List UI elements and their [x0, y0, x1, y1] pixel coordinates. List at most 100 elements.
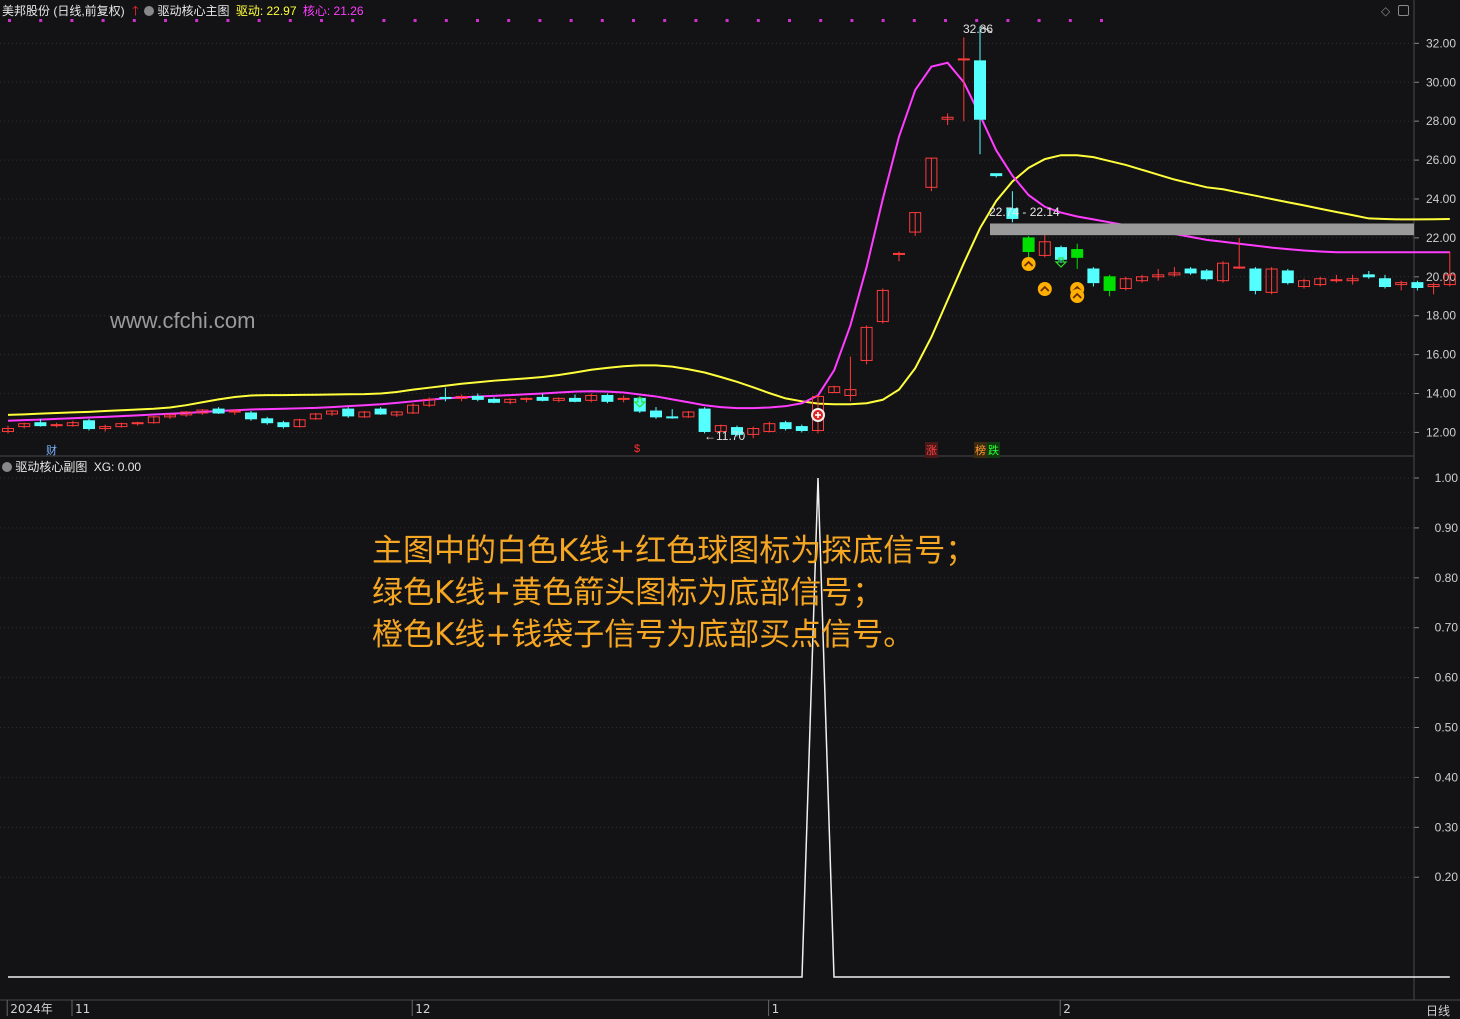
price-tick-label: 16.00 — [1426, 348, 1456, 362]
candle-body — [617, 397, 630, 400]
candle — [1152, 269, 1165, 281]
top-marker-dot — [912, 19, 916, 22]
top-marker-dot — [1100, 19, 1103, 22]
candle — [650, 407, 662, 419]
candle-body — [374, 408, 387, 415]
candle — [309, 412, 322, 420]
main-chart-header: 美邦股份 (日线,前复权) 🡑 驱动核心主图 驱动: 22.97 核心: 21.… — [2, 2, 364, 24]
candle — [326, 410, 338, 416]
candle — [1103, 274, 1116, 297]
top-marker-dot — [507, 19, 511, 22]
top-marker-dot — [444, 19, 448, 22]
candle — [1362, 270, 1375, 279]
price-tick-label: 12.00 — [1426, 425, 1456, 439]
sub-indicator-dropdown-icon[interactable] — [2, 462, 12, 472]
xg-tick-label: 0.40 — [1435, 770, 1459, 784]
restore-icon[interactable] — [1398, 5, 1409, 16]
candle — [747, 426, 760, 439]
stock-title: 美邦股份 (日线,前复权) — [2, 4, 125, 18]
top-marker-dot — [944, 19, 947, 22]
candle-body — [1249, 268, 1262, 291]
candle-body — [1022, 237, 1035, 253]
candle-body — [342, 408, 355, 417]
rise-event-tag[interactable]: 涨 — [925, 442, 938, 458]
candle — [1281, 269, 1294, 285]
candle — [957, 37, 970, 122]
price-tick-label: 32.00 — [1426, 36, 1456, 50]
candle-body — [990, 173, 1003, 177]
xg-tick-label: 0.70 — [1435, 621, 1459, 635]
candle — [1087, 267, 1100, 287]
top-marker-dot — [1006, 19, 1010, 22]
dollar-event-tag[interactable]: $ — [634, 443, 640, 455]
diamond-icon[interactable]: ◇ — [1381, 4, 1390, 18]
candle-body — [1411, 282, 1424, 288]
candle — [1314, 276, 1327, 287]
top-marker-dot — [725, 19, 729, 22]
candle-body — [83, 420, 95, 430]
candle-body — [488, 398, 500, 403]
finance-event-tag[interactable]: 财 — [46, 442, 57, 458]
candle — [569, 394, 581, 403]
candle-body — [50, 424, 63, 427]
core-value: 核心: 21.26 — [302, 4, 364, 18]
price-tick-label: 26.00 — [1426, 153, 1456, 167]
candle — [423, 397, 436, 408]
candle-body — [650, 410, 662, 418]
candle-body — [277, 422, 290, 428]
candle-body — [666, 416, 679, 419]
top-marker-dot — [382, 19, 386, 22]
candle-body — [228, 410, 241, 413]
candle — [277, 420, 290, 429]
candle — [504, 398, 517, 405]
high-price-label: 32.86 — [963, 22, 994, 36]
top-marker-dot — [756, 19, 760, 22]
instruction-line-2: 绿色K线+黄色箭头图标为底部信号； — [372, 575, 884, 611]
candle — [585, 393, 598, 403]
candle — [520, 397, 533, 403]
candle-body — [1071, 249, 1084, 258]
range-label: 22.74 - 22.14 — [989, 205, 1060, 219]
date-tick-label: 2 — [1063, 1002, 1071, 1016]
candle-body — [261, 418, 274, 424]
candle — [1071, 243, 1084, 270]
price-tick-label: 30.00 — [1426, 75, 1456, 89]
candle — [1330, 274, 1343, 283]
candle — [407, 403, 419, 414]
candle — [779, 420, 792, 431]
price-tick-label: 14.00 — [1426, 387, 1456, 401]
ranking-event-tag[interactable]: 榜 — [974, 442, 987, 458]
candle — [633, 396, 646, 413]
candle-body — [1330, 279, 1343, 282]
instruction-text: 主图中的白色K线+红色球图标为探底信号； 绿色K线+黄色箭头图标为底部信号； 橙… — [372, 530, 976, 656]
indicator-dropdown-icon[interactable] — [144, 6, 155, 16]
candle — [1136, 274, 1148, 283]
date-tick-label: 11 — [75, 1002, 90, 1016]
candle-body — [1184, 268, 1197, 274]
candle — [601, 393, 614, 404]
candle-body — [974, 60, 986, 120]
main-indicator-name[interactable]: 驱动核心主图 — [157, 4, 229, 18]
period-label[interactable]: 日线 — [1426, 1002, 1450, 1019]
xg-tick-label: 0.30 — [1435, 820, 1459, 834]
candle — [990, 173, 1003, 178]
candle — [245, 411, 257, 421]
xg-tick-label: 0.50 — [1435, 721, 1459, 735]
chart-canvas[interactable]: 32.00 30.00 28.00 26.00 24.00 22.00 20.00 18.00… — [0, 0, 1460, 1016]
candle-body — [957, 58, 970, 61]
resistance-band — [990, 223, 1414, 236]
candle — [1298, 278, 1310, 289]
price-tick-label: 24.00 — [1426, 192, 1456, 206]
candle-body — [439, 396, 452, 399]
sub-indicator-name[interactable]: 驱动核心副图 — [15, 460, 87, 474]
fall-event-tag[interactable]: 跌 — [987, 442, 1000, 458]
candle-body — [1379, 278, 1391, 288]
drive-value: 驱动: 22.97 — [235, 4, 297, 18]
candle — [147, 415, 160, 424]
candle — [666, 409, 679, 419]
candle — [471, 393, 484, 402]
candle — [18, 422, 31, 429]
candle-body — [1087, 268, 1100, 284]
candle — [860, 325, 873, 365]
top-marker-dot — [694, 19, 698, 22]
